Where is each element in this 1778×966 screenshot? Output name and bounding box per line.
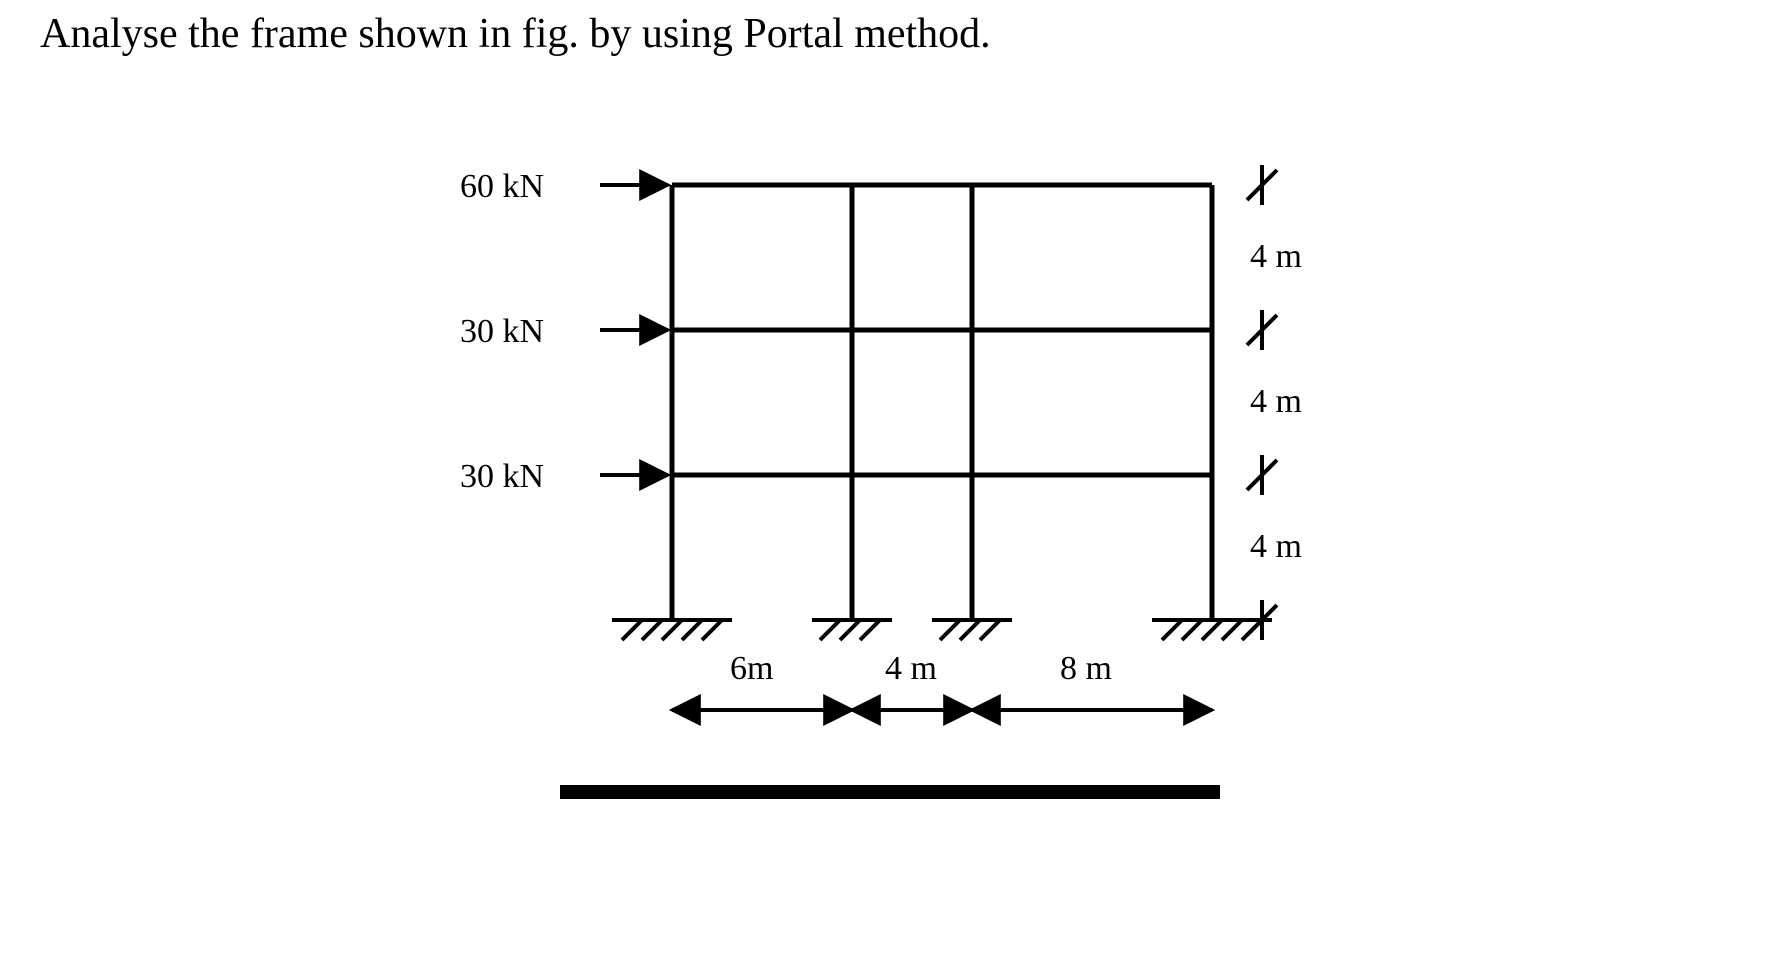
force-label-mid: 30 kN: [460, 313, 544, 351]
storey-label-1: 4 m: [1250, 238, 1302, 276]
bay-label-1: 6m: [730, 650, 773, 688]
storey-label-3: 4 m: [1250, 528, 1302, 566]
force-label-low: 30 kN: [460, 458, 544, 496]
storey-label-2: 4 m: [1250, 383, 1302, 421]
frame-lines: [672, 185, 1212, 620]
bay-label-2: 4 m: [885, 650, 937, 688]
frame-diagram: [0, 0, 1778, 966]
bay-label-3: 8 m: [1060, 650, 1112, 688]
force-arrows: [600, 185, 668, 475]
supports: [612, 620, 1272, 640]
force-label-top: 60 kN: [460, 168, 544, 206]
